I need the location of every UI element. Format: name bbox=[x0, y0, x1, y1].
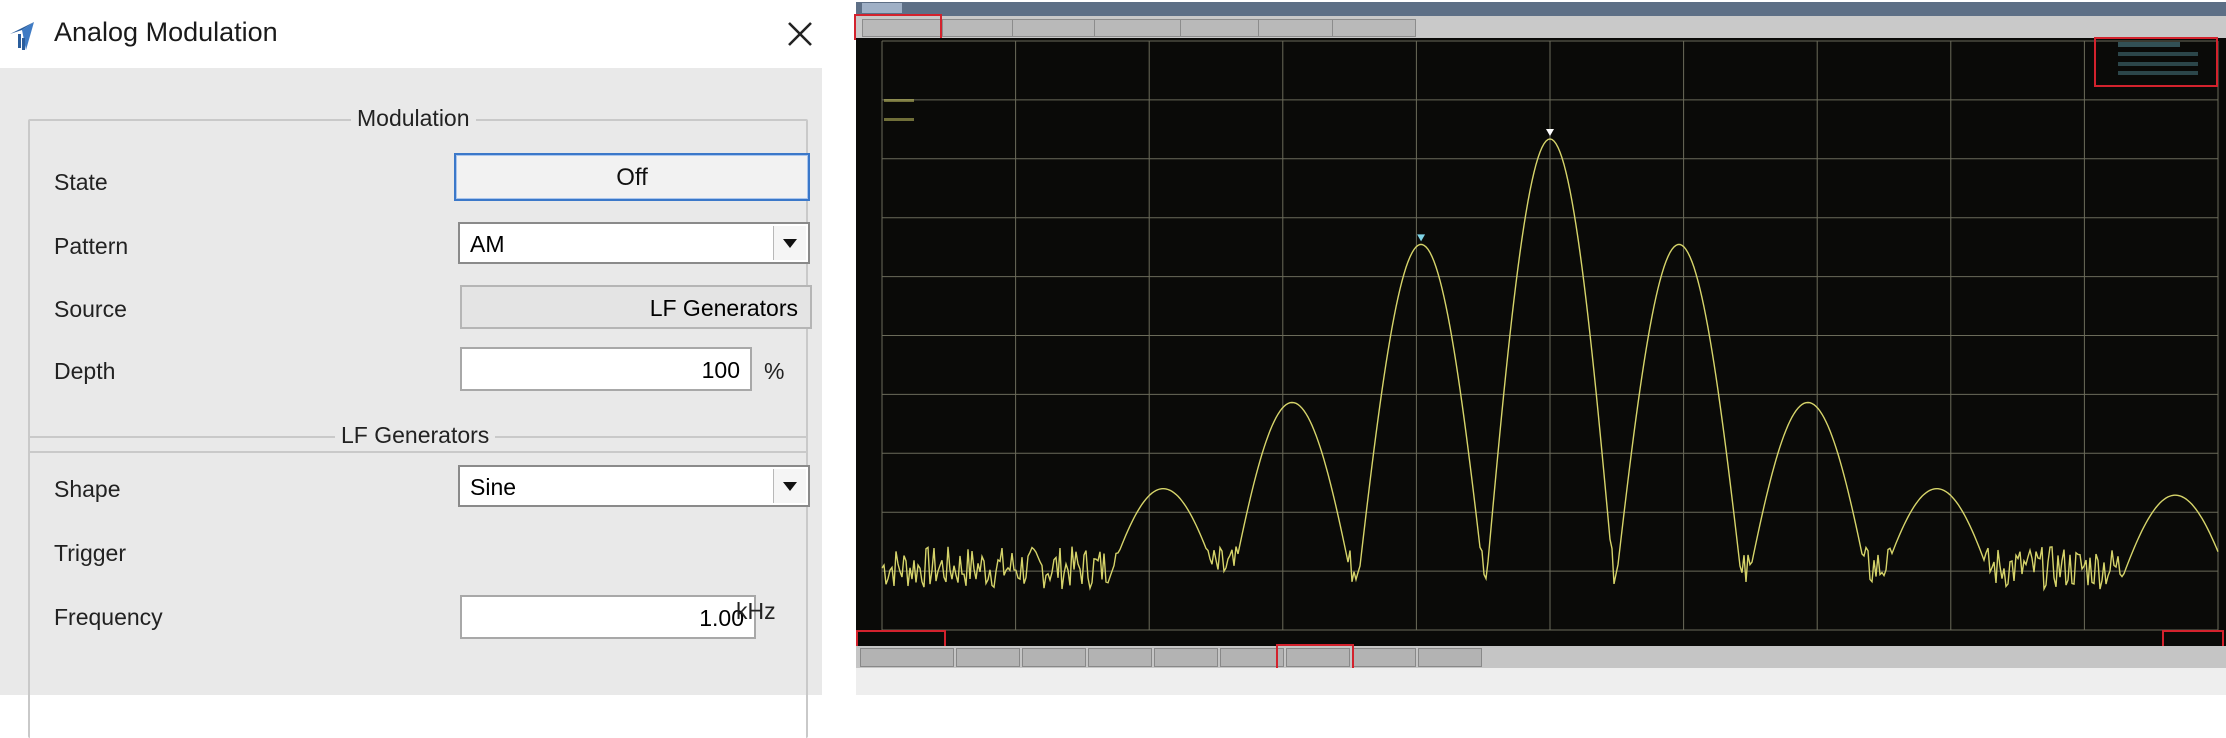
title-bar: Analog Modulation bbox=[0, 0, 822, 68]
lf-generators-group-label: LF Generators bbox=[335, 422, 496, 449]
marker-2-icon bbox=[1546, 129, 1554, 136]
depth-label: Depth bbox=[54, 358, 116, 384]
frequency-input[interactable]: 1.00 bbox=[460, 595, 756, 639]
state-toggle-button[interactable]: Off bbox=[454, 153, 810, 201]
softkey[interactable] bbox=[1220, 648, 1284, 667]
modulation-group: Modulation State Off Pattern AM Source L… bbox=[28, 105, 812, 453]
dialog-title: Analog Modulation bbox=[54, 17, 278, 47]
state-label: State bbox=[54, 169, 108, 195]
shape-select-value: Sine bbox=[470, 474, 517, 500]
softkey[interactable] bbox=[860, 648, 954, 667]
marker-readout-highlight bbox=[2094, 37, 2218, 87]
toolbar-item[interactable] bbox=[942, 19, 1014, 37]
app-icon bbox=[10, 22, 34, 50]
spectrum-display bbox=[856, 37, 2226, 650]
depth-input-value: 100 bbox=[701, 357, 740, 383]
modulation-group-label: Modulation bbox=[351, 105, 476, 132]
softkey-bar bbox=[856, 644, 2226, 672]
close-button[interactable] bbox=[780, 14, 820, 54]
spectrum-analyzer-window bbox=[854, 2, 2226, 695]
spectrum-plot bbox=[881, 40, 2219, 631]
toolbar-item[interactable] bbox=[1258, 19, 1334, 37]
lf-generators-group: LF Generators Shape Sine Trigger Frequen… bbox=[28, 422, 810, 738]
analyzer-status-bar bbox=[856, 668, 2226, 695]
chevron-down-icon[interactable] bbox=[773, 469, 806, 503]
analyzer-toolbar bbox=[854, 14, 2226, 40]
toolbar-item[interactable] bbox=[1012, 19, 1096, 37]
pattern-label: Pattern bbox=[54, 233, 129, 259]
chevron-down-icon[interactable] bbox=[773, 226, 806, 260]
analyzer-title-tab bbox=[862, 3, 902, 13]
pattern-select[interactable]: AM bbox=[458, 222, 810, 264]
depth-unit: % bbox=[764, 358, 785, 384]
softkey[interactable] bbox=[956, 648, 1020, 667]
shape-select[interactable]: Sine bbox=[458, 465, 810, 507]
close-icon bbox=[788, 22, 812, 46]
pattern-select-value: AM bbox=[470, 231, 505, 257]
frequency-unit: kHz bbox=[736, 598, 776, 624]
analog-modulation-dialog: Analog Modulation Modulation State Off P… bbox=[0, 0, 822, 738]
toolbar-item[interactable] bbox=[1094, 19, 1182, 37]
softkey[interactable] bbox=[1352, 648, 1416, 667]
dialog-client-area: Modulation State Off Pattern AM Source L… bbox=[0, 68, 822, 738]
trace-info bbox=[884, 99, 914, 121]
analyzer-title-bar bbox=[856, 2, 2226, 16]
shape-label: Shape bbox=[54, 476, 121, 502]
source-label: Source bbox=[54, 296, 127, 322]
toolbar-item[interactable] bbox=[1180, 19, 1260, 37]
softkey[interactable] bbox=[1088, 648, 1152, 667]
trigger-label: Trigger bbox=[54, 540, 126, 566]
source-field-value: LF Generators bbox=[649, 295, 798, 321]
toolbar-item[interactable] bbox=[1332, 19, 1416, 37]
highlight-box bbox=[854, 14, 942, 40]
marker-1-icon bbox=[1417, 234, 1426, 242]
frequency-label: Frequency bbox=[54, 604, 163, 630]
softkey[interactable] bbox=[1418, 648, 1482, 667]
depth-input[interactable]: 100 bbox=[460, 347, 752, 391]
softkey[interactable] bbox=[1154, 648, 1218, 667]
source-field: LF Generators bbox=[460, 285, 812, 329]
softkey[interactable] bbox=[1022, 648, 1086, 667]
